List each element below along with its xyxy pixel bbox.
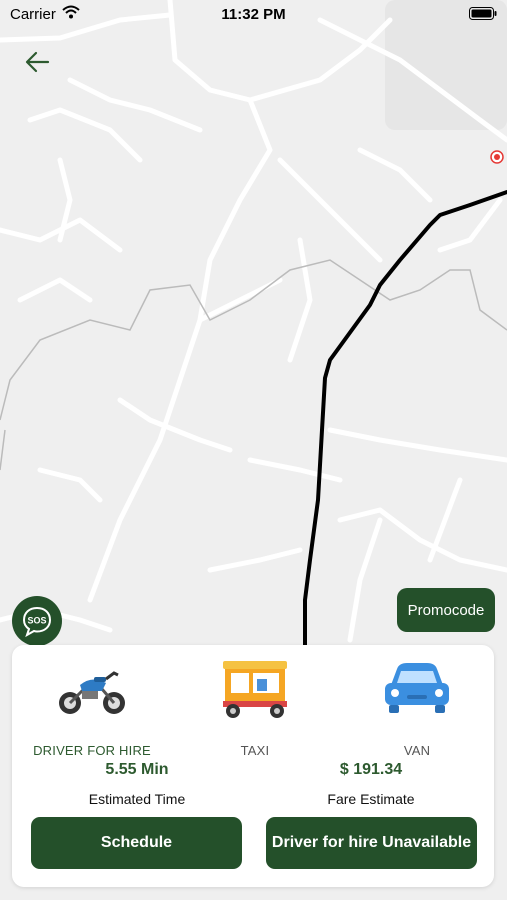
status-bar: Carrier 11:32 PM <box>0 0 507 30</box>
fare-estimate-caption: Fare Estimate <box>327 791 415 807</box>
sos-label: SOS <box>27 616 46 626</box>
car-icon <box>385 663 449 713</box>
back-button[interactable] <box>22 48 54 76</box>
sos-button[interactable]: SOS <box>12 596 62 646</box>
estimated-time-value: 5.55 Min <box>105 761 169 778</box>
vehicle-label-van: VAN <box>403 743 431 758</box>
status-time: 11:32 PM <box>221 6 286 23</box>
estimated-time-caption: Estimated Time <box>88 791 186 807</box>
location-marker-icon[interactable] <box>490 150 504 164</box>
ride-options-panel: DRIVER FOR HIRE TAXI VAN 5.55 Min Estima… <box>12 645 494 887</box>
vehicle-label-taxi: TAXI <box>240 743 270 758</box>
motorcycle-icon <box>59 671 125 714</box>
vehicle-label-driver-for-hire: DRIVER FOR HIRE <box>33 743 151 758</box>
fare-estimate-value: $ 191.34 <box>339 761 403 778</box>
battery-icon <box>469 7 497 20</box>
auto-rickshaw-icon <box>223 661 287 718</box>
sos-chat-icon: SOS <box>22 606 52 638</box>
vehicle-option-driver-for-hire[interactable]: DRIVER FOR HIRE <box>17 657 167 758</box>
arrow-left-icon <box>25 51 50 73</box>
promocode-button[interactable]: Promocode <box>397 588 495 632</box>
vehicle-option-taxi[interactable]: TAXI <box>180 657 330 758</box>
driver-unavailable-button[interactable]: Driver for hire Unavailable <box>266 817 477 869</box>
vehicle-option-van[interactable]: VAN <box>342 657 492 758</box>
schedule-button[interactable]: Schedule <box>31 817 242 869</box>
